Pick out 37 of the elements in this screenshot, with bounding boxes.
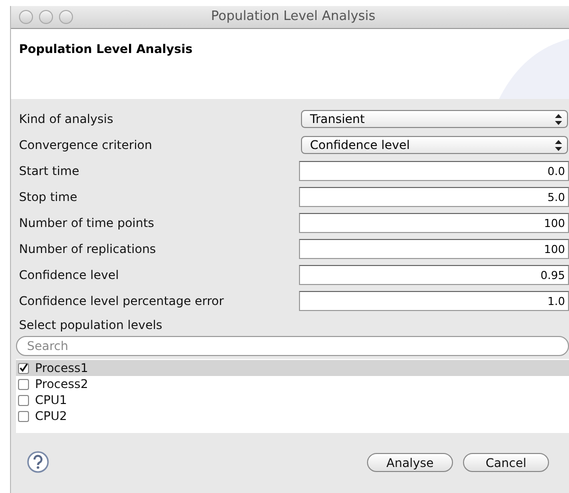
field-label: Start time <box>18 163 80 180</box>
field-label: Stop time <box>18 189 78 206</box>
number-field[interactable]: 0.0 <box>299 161 569 181</box>
list-item[interactable]: Process1 <box>16 360 569 376</box>
field-label: Confidence level <box>18 267 120 284</box>
window-control-icon[interactable] <box>39 10 53 24</box>
header-title: Population Level Analysis <box>19 41 192 58</box>
dialog-button[interactable]: Analyse <box>367 452 453 472</box>
list-item[interactable]: CPU1 <box>16 392 569 408</box>
number-field[interactable]: 100 <box>299 213 569 233</box>
stepper-arrows-icon <box>555 114 562 124</box>
window-title: Population Level Analysis <box>211 8 376 26</box>
field-label: Number of replications <box>18 241 157 258</box>
help-icon[interactable] <box>27 451 49 473</box>
dialog-button[interactable]: Cancel <box>463 452 549 472</box>
list-item[interactable]: CPU2 <box>16 408 569 424</box>
window-control-icon[interactable] <box>59 10 73 24</box>
checkbox[interactable] <box>18 378 29 390</box>
number-field[interactable]: 100 <box>299 239 569 259</box>
stepper-arrows-icon <box>555 140 562 150</box>
field-label: Kind of analysis <box>18 111 114 128</box>
number-field[interactable]: 5.0 <box>299 187 569 207</box>
field-label: Number of time points <box>18 215 156 232</box>
number-field[interactable]: 0.95 <box>299 265 569 285</box>
check-icon <box>19 363 28 373</box>
checkbox[interactable] <box>18 394 29 406</box>
number-field[interactable]: 1.0 <box>299 291 569 311</box>
list-item[interactable]: Process2 <box>16 376 569 392</box>
field-label: Convergence criterion <box>18 137 154 154</box>
search-field[interactable]: Search <box>16 336 569 356</box>
checkbox[interactable] <box>18 410 29 422</box>
window-control-icon[interactable] <box>19 10 33 24</box>
field-label: Confidence level percentage error <box>18 293 225 310</box>
dropdown[interactable]: Confidence level <box>301 136 568 154</box>
section-label: Select population levels <box>18 317 164 334</box>
dropdown[interactable]: Transient <box>301 110 568 128</box>
checkbox[interactable] <box>18 362 29 374</box>
